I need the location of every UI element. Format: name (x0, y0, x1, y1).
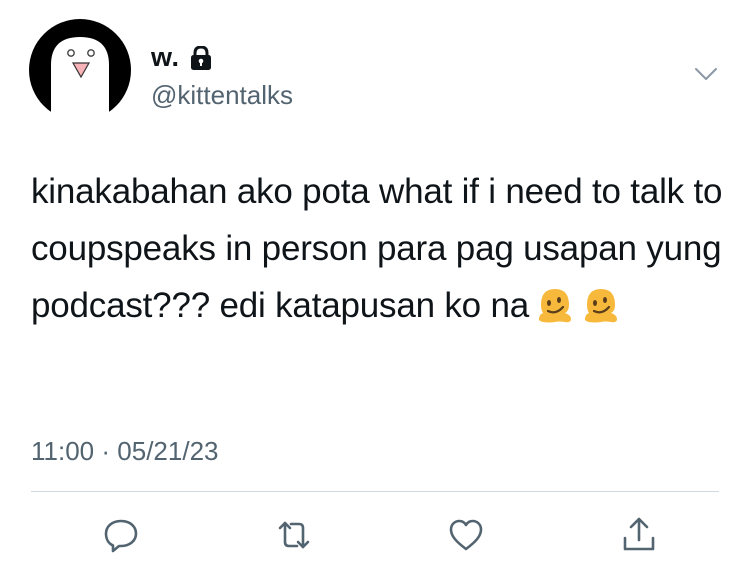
author-name-row: w. (151, 42, 212, 73)
share-button[interactable] (618, 514, 660, 556)
lock-icon (190, 45, 211, 70)
tweet-date: 05/21/23 (117, 436, 219, 466)
like-icon (450, 519, 483, 551)
melting-face-emoji (584, 289, 617, 323)
display-name[interactable]: w. (151, 42, 180, 73)
share-icon (623, 517, 655, 551)
timestamp-separator: · (101, 436, 111, 466)
retweet-button[interactable] (273, 514, 315, 556)
like-button[interactable] (445, 514, 487, 556)
retweet-icon (278, 521, 309, 549)
action-bar (100, 514, 660, 556)
author-handle[interactable]: @kittentalks (151, 80, 293, 111)
avatar[interactable] (29, 19, 131, 121)
timestamp[interactable]: 11:00 · 05/21/23 (31, 436, 219, 467)
reply-icon (104, 519, 138, 553)
chevron-down-icon[interactable] (694, 65, 718, 83)
tweet-text: kinakabahan ako pota what if i need to t… (31, 163, 731, 334)
melting-face-emoji (538, 289, 571, 323)
reply-button[interactable] (100, 514, 142, 556)
divider (31, 491, 719, 492)
tweet-time: 11:00 (31, 436, 95, 466)
